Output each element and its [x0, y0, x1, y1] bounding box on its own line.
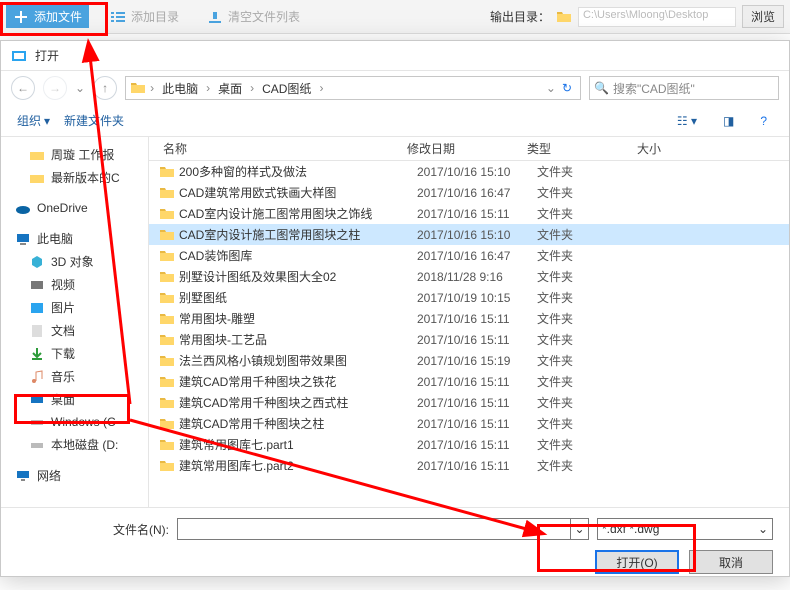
annotation-arrow	[0, 0, 790, 577]
